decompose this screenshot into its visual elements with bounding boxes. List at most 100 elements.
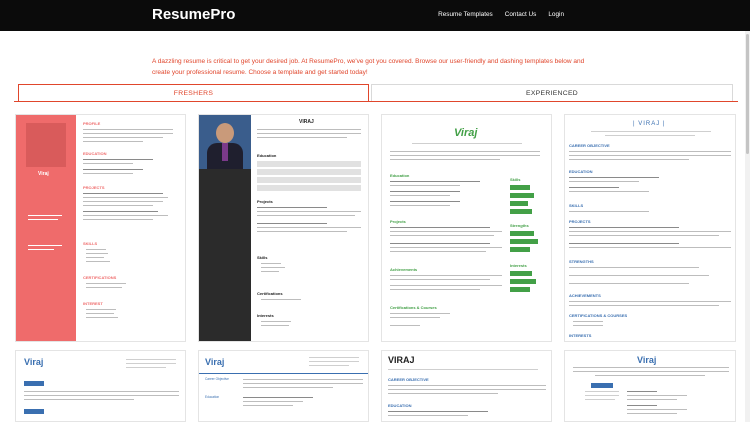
text-line [627, 395, 687, 397]
template-card-5[interactable]: Viraj [15, 350, 186, 422]
text-line [83, 219, 153, 221]
sidebar-line [28, 215, 62, 217]
text-line [257, 133, 361, 135]
template-name: VIRAJ [388, 355, 415, 365]
contact-line [388, 369, 538, 371]
section-heading: EDUCATION [83, 151, 107, 156]
template-card-7[interactable]: VIRAJ CAREER OBJECTIVE EDUCATION [381, 350, 552, 422]
strength-tag [510, 231, 534, 236]
brand-logo[interactable]: ResumePro [152, 6, 235, 23]
sidebar-line [28, 245, 62, 247]
template-name: Viraj [38, 171, 49, 177]
contact-line [126, 363, 176, 365]
section-heading: Education [257, 153, 277, 158]
template-card-8[interactable]: Viraj [564, 350, 736, 422]
text-line [83, 163, 133, 165]
text-line [83, 205, 153, 207]
text-line [257, 215, 355, 217]
text-line [390, 279, 490, 281]
text-line [569, 227, 679, 229]
template-card-3[interactable]: Viraj Education Skills Strengths Project… [381, 114, 552, 342]
text-line [390, 313, 450, 315]
text-line [595, 375, 705, 377]
section-heading: Interests [510, 263, 527, 268]
text-line [627, 391, 657, 393]
section-heading: INTEREST [83, 301, 103, 306]
text-line [243, 405, 293, 407]
text-line [390, 289, 480, 291]
section-heading: Certifications [257, 291, 283, 296]
text-line [261, 299, 301, 301]
nav-link-login[interactable]: Login [548, 11, 564, 18]
text-line [257, 207, 327, 209]
text-line [388, 389, 546, 391]
template-name: VIRAJ [299, 119, 314, 125]
scrollbar-thumb[interactable] [746, 34, 749, 154]
template-card-4[interactable]: | VIRAJ | CAREER OBJECTIVE EDUCATION SKI… [564, 114, 736, 342]
template-photo [199, 115, 251, 169]
text-line [569, 155, 731, 157]
interest-tag [510, 287, 530, 292]
text-line [573, 325, 603, 327]
text-line [569, 243, 679, 245]
text-line [390, 231, 502, 233]
section-heading: PROFILE [83, 121, 101, 126]
intro-line-2: create your professional resume. Choose … [152, 69, 368, 76]
contact-line [309, 357, 359, 359]
section-tag [24, 409, 44, 414]
text-line [86, 249, 106, 251]
text-line [388, 385, 546, 387]
nav-link-contact-us[interactable]: Contact Us [505, 11, 537, 18]
text-line [569, 231, 731, 233]
text-line [257, 223, 327, 225]
text-line [569, 159, 689, 161]
contact-line [591, 131, 711, 133]
section-heading: SKILLS [83, 241, 98, 246]
text-line [569, 275, 709, 277]
strength-tag [510, 239, 538, 244]
tab-underline [14, 101, 738, 102]
template-card-1[interactable]: Viraj PROFILE EDUCATION PROJECTS SKILLS … [15, 114, 186, 342]
text-line [86, 287, 122, 289]
text-line [569, 267, 699, 269]
text-line [390, 205, 450, 207]
template-card-6[interactable]: Viraj Career Objective Education [198, 350, 369, 422]
section-tag [24, 381, 44, 386]
text-line [86, 253, 108, 255]
text-line [390, 251, 486, 253]
section-label: Career Objective [205, 377, 229, 381]
section-heading: EDUCATION [388, 403, 412, 408]
text-line [390, 247, 502, 249]
contact-line [585, 391, 619, 393]
text-line [261, 325, 289, 327]
nav-link-resume-templates[interactable]: Resume Templates [438, 11, 493, 18]
text-line [390, 195, 450, 197]
contact-line [309, 365, 349, 367]
section-label: Education [205, 395, 220, 399]
skill-tag [510, 209, 532, 214]
table-row [257, 169, 361, 175]
text-line [390, 285, 502, 287]
text-line [243, 401, 303, 403]
section-heading: CERTIFICATIONS [83, 275, 117, 280]
section-heading: Interests [257, 313, 274, 318]
tab-experienced[interactable]: EXPERIENCED [371, 84, 733, 101]
section-heading: Projects [390, 219, 406, 224]
template-name: Viraj [637, 355, 657, 365]
section-heading: STRENGTHS [569, 259, 594, 264]
text-line [627, 399, 677, 401]
sidebar-line [28, 219, 58, 221]
text-line [257, 129, 361, 131]
text-line [83, 173, 133, 175]
text-line [569, 211, 649, 213]
text-line [261, 271, 279, 273]
text-line [569, 187, 619, 189]
intro-line-1: A dazzling resume is critical to get you… [152, 58, 585, 65]
section-heading: Education [390, 173, 410, 178]
text-line [83, 201, 163, 203]
text-line [257, 231, 347, 233]
tab-freshers[interactable]: FRESHERS [18, 84, 369, 101]
template-card-2[interactable]: VIRAJ Education Projects Skills Certific… [198, 114, 369, 342]
text-line [390, 235, 494, 237]
text-line [569, 301, 731, 303]
